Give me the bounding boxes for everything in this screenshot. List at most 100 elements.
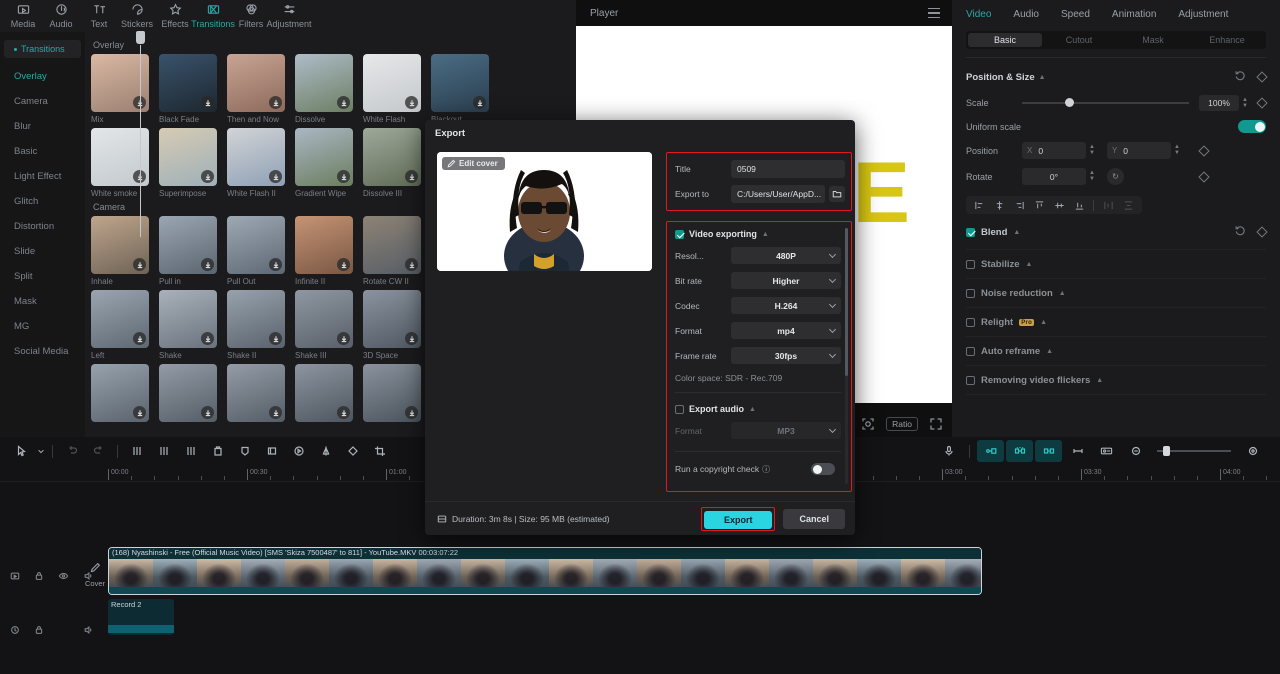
- download-icon[interactable]: [337, 258, 350, 271]
- visibility-icon[interactable]: [58, 568, 69, 586]
- auto-caption-icon[interactable]: [1006, 440, 1033, 462]
- tab-media[interactable]: Media: [4, 0, 42, 29]
- reset-icon[interactable]: [1235, 68, 1246, 86]
- link-clip-icon[interactable]: [1064, 440, 1091, 462]
- align-left-icon[interactable]: [970, 200, 988, 211]
- split-icon[interactable]: [123, 440, 150, 462]
- feature-checkbox[interactable]: [966, 227, 975, 237]
- chevron-up-icon[interactable]: ▲: [1046, 348, 1053, 355]
- video-exporting-checkbox[interactable]: [675, 229, 684, 239]
- tab-effects[interactable]: Effects: [156, 0, 194, 29]
- feature-checkbox[interactable]: [966, 376, 975, 385]
- feature-checkbox[interactable]: [966, 289, 975, 298]
- scale-value[interactable]: 100%: [1199, 95, 1240, 111]
- transition-item[interactable]: Blackout: [431, 54, 489, 124]
- trim-right-icon[interactable]: [177, 440, 204, 462]
- mute-icon[interactable]: [83, 622, 94, 640]
- download-icon[interactable]: [337, 170, 350, 183]
- properties-subtab-enhance[interactable]: Enhance: [1190, 33, 1264, 47]
- lock-icon[interactable]: [34, 568, 44, 586]
- download-icon[interactable]: [133, 258, 146, 271]
- transition-item[interactable]: [159, 364, 217, 425]
- sidebar-item-mask[interactable]: Mask: [0, 289, 85, 314]
- sidebar-item-mg[interactable]: MG: [0, 314, 85, 339]
- position-y-field[interactable]: Y 0: [1106, 142, 1171, 159]
- lock-icon[interactable]: [34, 622, 44, 640]
- align-top-icon[interactable]: [1030, 200, 1048, 211]
- transition-item[interactable]: Gradient Wipe: [295, 128, 353, 198]
- download-icon[interactable]: [337, 332, 350, 345]
- sidebar-item-social-media[interactable]: Social Media: [0, 339, 85, 364]
- download-icon[interactable]: [405, 406, 418, 419]
- scrollbar-thumb[interactable]: [845, 228, 848, 376]
- thumbnail-view-icon[interactable]: [1093, 440, 1120, 462]
- align-bottom-icon[interactable]: [1070, 200, 1088, 211]
- sidebar-item-blur[interactable]: Blur: [0, 114, 85, 139]
- keyframe-icon[interactable]: [1256, 71, 1268, 83]
- video-clip[interactable]: (168) Nyashinski - Free (Official Music …: [108, 547, 982, 595]
- crop-icon[interactable]: [366, 440, 393, 462]
- settings-scrollbar[interactable]: [845, 228, 848, 484]
- tab-text[interactable]: Text: [80, 0, 118, 29]
- tab-transitions[interactable]: Transitions: [191, 0, 235, 29]
- zoom-out-icon[interactable]: [1122, 440, 1149, 462]
- sidebar-item-slide[interactable]: Slide: [0, 239, 85, 264]
- setting-select[interactable]: 30fps: [731, 347, 841, 364]
- download-icon[interactable]: [405, 332, 418, 345]
- tab-adjustment[interactable]: Adjustment: [266, 0, 312, 29]
- rotate-icon[interactable]: [339, 440, 366, 462]
- audio-track-icon[interactable]: [10, 622, 20, 640]
- download-icon[interactable]: [269, 258, 282, 271]
- properties-tab-adjustment[interactable]: Adjustment: [1178, 9, 1228, 20]
- feature-checkbox[interactable]: [966, 260, 975, 269]
- transition-item[interactable]: Superimpose: [159, 128, 217, 198]
- download-icon[interactable]: [405, 258, 418, 271]
- sidebar-item-overlay[interactable]: Overlay: [0, 64, 85, 89]
- properties-tab-speed[interactable]: Speed: [1061, 9, 1090, 20]
- transition-item[interactable]: Dissolve: [295, 54, 353, 124]
- mark-icon[interactable]: [231, 440, 258, 462]
- cover-button[interactable]: Cover: [84, 560, 106, 588]
- properties-subtab-mask[interactable]: Mask: [1116, 33, 1190, 47]
- download-icon[interactable]: [133, 406, 146, 419]
- delete-icon[interactable]: [204, 440, 231, 462]
- speed-icon[interactable]: [285, 440, 312, 462]
- info-icon[interactable]: ⓘ: [762, 464, 770, 475]
- keyframe-icon[interactable]: [1256, 226, 1268, 238]
- chevron-up-icon[interactable]: ▲: [1026, 261, 1033, 268]
- copyright-check-toggle[interactable]: [811, 463, 835, 475]
- trim-left-icon[interactable]: [150, 440, 177, 462]
- transition-item[interactable]: Rotate CW II: [363, 216, 421, 286]
- mirror-icon[interactable]: [312, 440, 339, 462]
- align-middle-icon[interactable]: [1050, 200, 1068, 211]
- setting-select[interactable]: mp4: [731, 322, 841, 339]
- setting-select[interactable]: 480P: [731, 247, 841, 264]
- distribute-horizontal-icon[interactable]: [1099, 200, 1117, 211]
- feature-checkbox[interactable]: [966, 347, 975, 356]
- download-icon[interactable]: [201, 96, 214, 109]
- cancel-button[interactable]: Cancel: [783, 508, 845, 529]
- download-icon[interactable]: [405, 170, 418, 183]
- auto-sync-icon[interactable]: [1035, 440, 1062, 462]
- properties-tab-video[interactable]: Video: [966, 9, 991, 20]
- transition-item[interactable]: White Flash II: [227, 128, 285, 198]
- export-button[interactable]: Export: [703, 510, 773, 529]
- menu-icon[interactable]: [928, 7, 940, 19]
- transition-item[interactable]: Shake II: [227, 290, 285, 360]
- transition-item[interactable]: White Flash: [363, 54, 421, 124]
- download-icon[interactable]: [337, 406, 350, 419]
- transition-item[interactable]: 3D Space: [363, 290, 421, 360]
- redo-icon[interactable]: [85, 440, 112, 462]
- properties-tab-audio[interactable]: Audio: [1013, 9, 1039, 20]
- scale-keyframe-icon[interactable]: [1256, 97, 1268, 109]
- select-tool-icon[interactable]: [8, 440, 35, 462]
- chevron-up-icon[interactable]: ▲: [1096, 377, 1103, 384]
- rotate-field[interactable]: 0°: [1022, 168, 1086, 185]
- download-icon[interactable]: [201, 332, 214, 345]
- download-icon[interactable]: [201, 170, 214, 183]
- transition-item[interactable]: Shake III: [295, 290, 353, 360]
- timeline-zoom-slider[interactable]: [1157, 446, 1231, 456]
- export-to-input[interactable]: C:/Users/User/AppD...: [731, 185, 825, 203]
- transition-item[interactable]: Pull Out: [227, 216, 285, 286]
- download-icon[interactable]: [337, 96, 350, 109]
